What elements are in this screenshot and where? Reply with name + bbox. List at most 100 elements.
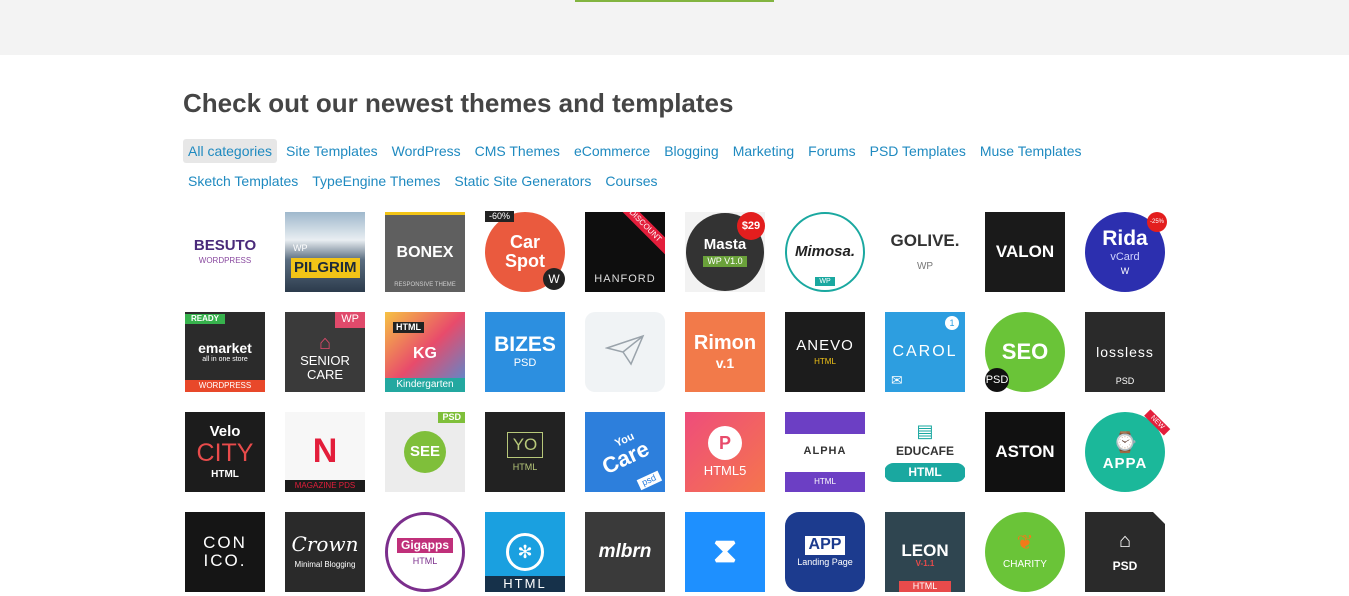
- theme-tile-rimon[interactable]: Rimon v.1: [685, 312, 765, 392]
- tile-subtitle: vCard: [1110, 251, 1140, 264]
- theme-tile-magazine-n[interactable]: N MAGAZINE PDS: [285, 412, 365, 492]
- theme-tile-conico[interactable]: CON ICO.: [185, 512, 265, 592]
- tile-subtitle: PSD: [1115, 375, 1135, 386]
- tile-circle: P: [708, 426, 742, 461]
- theme-tile-app-landing[interactable]: APP Landing Page: [785, 512, 865, 592]
- theme-thumbnail-grid: BESUTO WORDPRESS WP PILGRIM BONEX RESPON…: [185, 211, 1171, 592]
- theme-tile-charity[interactable]: ❦ CHARITY: [985, 512, 1065, 592]
- category-cms-themes[interactable]: CMS Themes: [470, 139, 565, 163]
- tile-title: Car: [509, 232, 540, 253]
- category-filter: All categories Site Templates WordPress …: [183, 136, 1123, 196]
- category-all[interactable]: All categories: [183, 139, 278, 163]
- category-marketing[interactable]: Marketing: [728, 139, 799, 163]
- theme-tile-bizes[interactable]: BIZES PSD: [485, 312, 565, 392]
- house-heart-icon: ⌂: [318, 331, 332, 354]
- tile-top-band: [785, 412, 865, 434]
- tile-title: PSD: [1112, 559, 1138, 574]
- category-row-1: All categories Site Templates WordPress …: [183, 136, 1123, 166]
- theme-tile-velo-city[interactable]: Velo CITY HTML: [185, 412, 265, 492]
- theme-tile-masta[interactable]: Masta WP V1.0 $29: [685, 212, 765, 292]
- category-courses[interactable]: Courses: [600, 169, 662, 193]
- tile-subtitle: Spot: [505, 251, 545, 271]
- tile-subtitle: MAGAZINE PDS: [285, 479, 365, 492]
- theme-tile-carol[interactable]: 1 CAROL ✉: [885, 312, 965, 392]
- tile-title: APP: [804, 536, 846, 556]
- tile-subtitle: HTML: [785, 471, 865, 492]
- category-wordpress[interactable]: WordPress: [387, 139, 466, 163]
- tile-title: EDUCAFE: [895, 443, 954, 458]
- theme-tile-you-care[interactable]: You Care psd: [585, 412, 665, 492]
- tile-subtitle: ICO.: [203, 551, 247, 570]
- tile-title: PILGRIM: [291, 258, 360, 278]
- tile-title: KG: [413, 344, 437, 362]
- tile-subtitle: Landing Page: [797, 557, 853, 568]
- theme-tile-yo[interactable]: YO HTML: [485, 412, 565, 492]
- theme-tile-mimosa[interactable]: Mimosa. WP: [785, 212, 865, 292]
- theme-tile-see[interactable]: PSD SEE: [385, 412, 465, 492]
- theme-tile-valon[interactable]: VALON: [985, 212, 1065, 292]
- tile-subtitle: CARE: [306, 366, 344, 382]
- tile-title: BIZES: [494, 333, 556, 357]
- theme-tile-emarket[interactable]: READY emarket all in one store WORDPRESS: [185, 312, 265, 392]
- tile-tag: WP: [335, 312, 365, 328]
- category-psd-templates[interactable]: PSD Templates: [865, 139, 971, 163]
- tile-subtitle: v.1: [715, 355, 735, 372]
- tile-title: LEON: [901, 540, 949, 560]
- tile-footer: WORDPRESS: [185, 379, 265, 392]
- tile-circle: SEE: [404, 431, 446, 473]
- category-sketch-templates[interactable]: Sketch Templates: [183, 169, 303, 193]
- tile-footer: psd: [637, 470, 663, 491]
- theme-tile-seo[interactable]: SEO PSD: [985, 312, 1065, 392]
- tile-subtitle: Kindergarten: [385, 377, 465, 392]
- theme-tile-mlbrn[interactable]: mlbrn: [585, 512, 665, 592]
- category-blogging[interactable]: Blogging: [659, 139, 724, 163]
- category-typeengine-themes[interactable]: TypeEngine Themes: [307, 169, 445, 193]
- theme-tile-kindergarten[interactable]: HTML KG Kindergarten: [385, 312, 465, 392]
- tile-title: Mimosa.: [794, 243, 855, 261]
- tile-title: Gigapps: [396, 537, 453, 553]
- theme-tile-rida[interactable]: -25% Rida vCard W: [1085, 212, 1167, 292]
- theme-tile-golive[interactable]: GOLIVE. WP: [885, 212, 965, 292]
- theme-tile-educafe[interactable]: ▤ EDUCAFE HTML: [885, 412, 965, 492]
- theme-tile-carspot[interactable]: -60% Car Spot W: [485, 211, 565, 292]
- theme-tile-senior-care[interactable]: WP ⌂ SENIOR CARE: [285, 312, 365, 392]
- category-muse-templates[interactable]: Muse Templates: [975, 139, 1087, 163]
- theme-tile-gigapps[interactable]: Gigapps HTML: [385, 512, 465, 592]
- theme-tile-pilgrim[interactable]: WP PILGRIM: [285, 212, 365, 292]
- theme-tile-leon[interactable]: LEON V-1.1 HTML: [885, 512, 965, 592]
- category-forums[interactable]: Forums: [803, 139, 860, 163]
- top-band: [0, 0, 1349, 55]
- category-static-site-generators[interactable]: Static Site Generators: [449, 169, 596, 193]
- paper-plane-icon: [604, 334, 645, 371]
- tile-title: SEE: [409, 443, 440, 461]
- new-ribbon: NEW: [1143, 409, 1171, 436]
- tile-title: HTML5: [703, 463, 747, 479]
- wordpress-icon: W: [543, 268, 565, 290]
- theme-tile-bonex[interactable]: BONEX RESPONSIVE THEME: [385, 212, 465, 292]
- theme-tile-store-psd[interactable]: ⌂ PSD: [1085, 512, 1165, 592]
- tile-title: APPA: [1102, 454, 1148, 472]
- theme-tile-alpha[interactable]: ALPHA HTML: [785, 412, 865, 492]
- theme-tile-besuto[interactable]: BESUTO WORDPRESS: [185, 212, 265, 292]
- theme-tile-crown[interactable]: Crown Minimal Blogging: [285, 512, 365, 592]
- tile-subtitle: WORDPRESS: [198, 256, 252, 266]
- theme-tile-aperture-html[interactable]: ✻ HTML: [485, 512, 565, 592]
- category-ecommerce[interactable]: eCommerce: [569, 139, 655, 163]
- theme-tile-hanford[interactable]: DISCOUNT HANFORD: [585, 212, 665, 292]
- category-site-templates[interactable]: Site Templates: [281, 139, 383, 163]
- theme-tile-hourglass[interactable]: ⧗: [685, 512, 765, 592]
- theme-tile-html5[interactable]: P HTML5: [685, 412, 765, 492]
- theme-tile-aston[interactable]: ASTON: [985, 412, 1065, 492]
- theme-tile-paper-plane[interactable]: [585, 312, 665, 392]
- ready-badge: READY: [185, 314, 226, 325]
- tile-subtitle: HTML: [512, 461, 538, 472]
- discount-badge: -60%: [485, 211, 515, 223]
- green-accent-bar: [575, 0, 774, 2]
- book-icon: ▤: [916, 420, 934, 441]
- tile-title: ASTON: [995, 442, 1055, 462]
- theme-tile-appa[interactable]: NEW ⌚ APPA: [1085, 409, 1171, 492]
- theme-tile-anevo[interactable]: ANEVO HTML: [785, 312, 865, 392]
- theme-tile-lossless[interactable]: lossless PSD: [1085, 312, 1165, 392]
- tile-subtitle: WP: [815, 276, 835, 286]
- tile-subtitle: V-1.1: [915, 558, 935, 568]
